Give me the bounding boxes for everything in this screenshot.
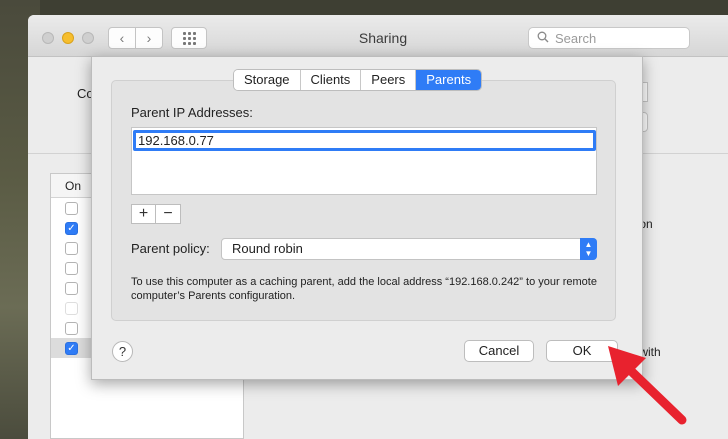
parent-ip-label: Parent IP Addresses: xyxy=(131,105,253,120)
checkbox-checked[interactable]: ✓ xyxy=(65,342,78,355)
search-placeholder: Search xyxy=(555,30,597,46)
ip-address-field[interactable]: 192.168.0.77 xyxy=(133,130,596,151)
cancel-button[interactable]: Cancel xyxy=(464,340,534,362)
updown-arrows-icon: ▲ ▼ xyxy=(580,238,597,260)
chevron-right-icon: › xyxy=(146,30,152,46)
back-button[interactable]: ‹ xyxy=(108,27,136,49)
zoom-window-button[interactable] xyxy=(82,32,94,44)
tab-clients[interactable]: Clients xyxy=(300,70,362,90)
checkbox-checked[interactable]: ✓ xyxy=(65,222,78,235)
search-input[interactable]: Search xyxy=(528,27,690,49)
close-window-button[interactable] xyxy=(42,32,54,44)
minimize-window-button[interactable] xyxy=(62,32,74,44)
tab-storage[interactable]: Storage xyxy=(234,70,301,90)
caching-options-sheet: Storage Clients Peers Parents Parent IP Add… xyxy=(91,56,643,380)
tab-bar: Storage Clients Peers Parents xyxy=(233,69,483,91)
policy-value: Round robin xyxy=(232,241,303,256)
add-button[interactable]: + xyxy=(132,205,157,223)
show-all-button[interactable] xyxy=(171,27,207,49)
forward-button[interactable]: › xyxy=(135,27,163,49)
parent-ip-list[interactable]: 192.168.0.77 xyxy=(131,127,597,195)
grid-icon xyxy=(182,31,196,45)
tab-peers[interactable]: Peers xyxy=(361,70,417,90)
parents-help-text: To use this computer as a caching parent… xyxy=(131,276,597,302)
checkbox[interactable] xyxy=(65,302,78,315)
checkbox[interactable] xyxy=(65,282,78,295)
titlebar: ‹ › Sharing Search xyxy=(28,15,728,57)
checkbox[interactable] xyxy=(65,242,78,255)
help-button[interactable]: ? xyxy=(112,341,133,362)
window-title: Sharing xyxy=(358,30,408,46)
checkbox[interactable] xyxy=(65,262,78,275)
checkbox[interactable] xyxy=(65,202,78,215)
checkbox[interactable] xyxy=(65,322,78,335)
remove-button[interactable]: − xyxy=(156,205,180,223)
add-remove-control: + − xyxy=(131,204,181,224)
parent-policy-label: Parent policy: xyxy=(131,241,210,256)
tab-parents[interactable]: Parents xyxy=(416,70,482,90)
red-arrow-icon xyxy=(608,346,687,425)
search-icon xyxy=(537,31,549,46)
chevron-left-icon: ‹ xyxy=(119,30,125,46)
parent-policy-select[interactable]: Round robin ▲ ▼ xyxy=(221,238,597,260)
